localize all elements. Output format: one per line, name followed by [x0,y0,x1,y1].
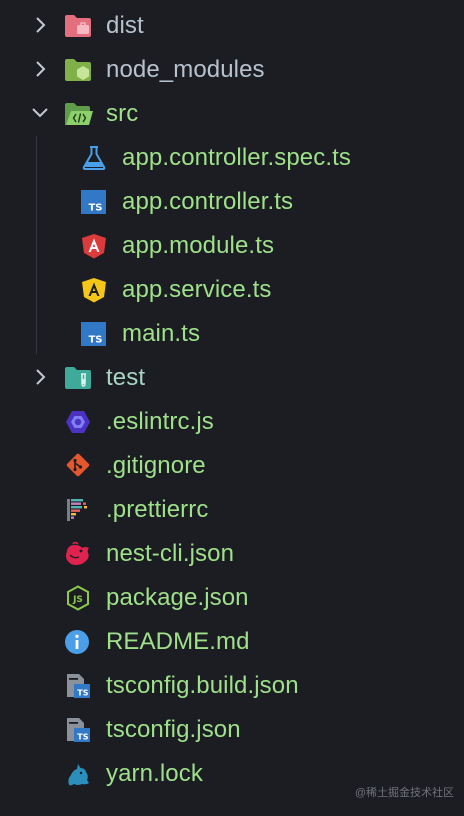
tree-item-label: app.service.ts [122,276,272,303]
folder-src-open-icon [64,101,93,127]
svg-text:JS: JS [72,595,83,605]
tree-item-app-service[interactable]: app.service.ts [0,267,464,311]
tree-item-label: package.json [106,584,249,611]
folder-test-icon [64,365,92,391]
svg-text:TS: TS [77,733,88,742]
tree-item-test[interactable]: test [0,355,464,399]
tree-item-main[interactable]: TS main.ts [0,311,464,355]
svg-text:TS: TS [88,335,102,346]
tsconfig-icon: TS [64,717,92,743]
tree-item-label: src [106,100,139,127]
tree-item-app-controller[interactable]: TS app.controller.ts [0,179,464,223]
typescript-icon: TS [80,321,108,347]
prettier-icon [64,497,92,523]
watermark: @稀土掘金技术社区 [354,787,454,799]
tree-item-label: main.ts [122,320,201,347]
git-icon [64,453,92,479]
info-icon [64,629,92,655]
tree-item-node-modules[interactable]: node_modules [0,47,464,91]
tree-item-label: node_modules [106,56,265,83]
svg-text:TS: TS [88,203,102,214]
tree-item-tsconfig-build[interactable]: TS tsconfig.build.json [0,663,464,707]
tree-item-readme[interactable]: README.md [0,619,464,663]
chevron-right-icon[interactable] [30,15,50,35]
chevron-down-icon[interactable] [30,103,50,123]
file-explorer-tree: dist node_modules src app.controller.spe… [0,0,464,816]
tree-item-label: .prettierrc [106,496,209,523]
tree-item-src[interactable]: src [0,91,464,135]
test-flask-icon [80,145,108,171]
tree-item-tsconfig[interactable]: TS tsconfig.json [0,707,464,751]
tree-item-label: app.controller.spec.ts [122,144,351,171]
chevron-right-icon[interactable] [30,59,50,79]
nestjs-icon [64,541,92,567]
tree-item-app-controller-spec[interactable]: app.controller.spec.ts [0,135,464,179]
tree-item-label: app.controller.ts [122,188,294,215]
tsconfig-icon: TS [64,673,92,699]
tree-item-nest-cli[interactable]: nest-cli.json [0,531,464,575]
tree-item-label: app.module.ts [122,232,275,259]
tree-item-label: nest-cli.json [106,540,235,567]
tree-item-label: tsconfig.json [106,716,241,743]
tree-item-label: README.md [106,628,250,655]
folder-node-icon [64,57,92,83]
tree-item-package-json[interactable]: JS package.json [0,575,464,619]
tree-item-label: .eslintrc.js [106,408,214,435]
tree-item-label: yarn.lock [106,760,203,787]
nodejs-icon: JS [64,585,92,611]
tree-item-label: dist [106,12,144,39]
tree-item-label: .gitignore [106,452,206,479]
tree-item-app-module[interactable]: app.module.ts [0,223,464,267]
angular-service-icon [80,277,108,303]
tree-item-dist[interactable]: dist [0,3,464,47]
tree-item-eslintrc[interactable]: .eslintrc.js [0,399,464,443]
chevron-right-icon[interactable] [30,367,50,387]
eslint-icon [64,409,92,435]
svg-text:TS: TS [77,689,88,698]
tree-item-gitignore[interactable]: .gitignore [0,443,464,487]
yarn-icon [64,761,92,787]
folder-dist-icon [64,13,92,39]
tree-item-label: test [106,364,146,391]
angular-icon [80,233,108,259]
tree-item-label: tsconfig.build.json [106,672,299,699]
typescript-icon: TS [80,189,108,215]
tree-item-prettierrc[interactable]: .prettierrc [0,487,464,531]
